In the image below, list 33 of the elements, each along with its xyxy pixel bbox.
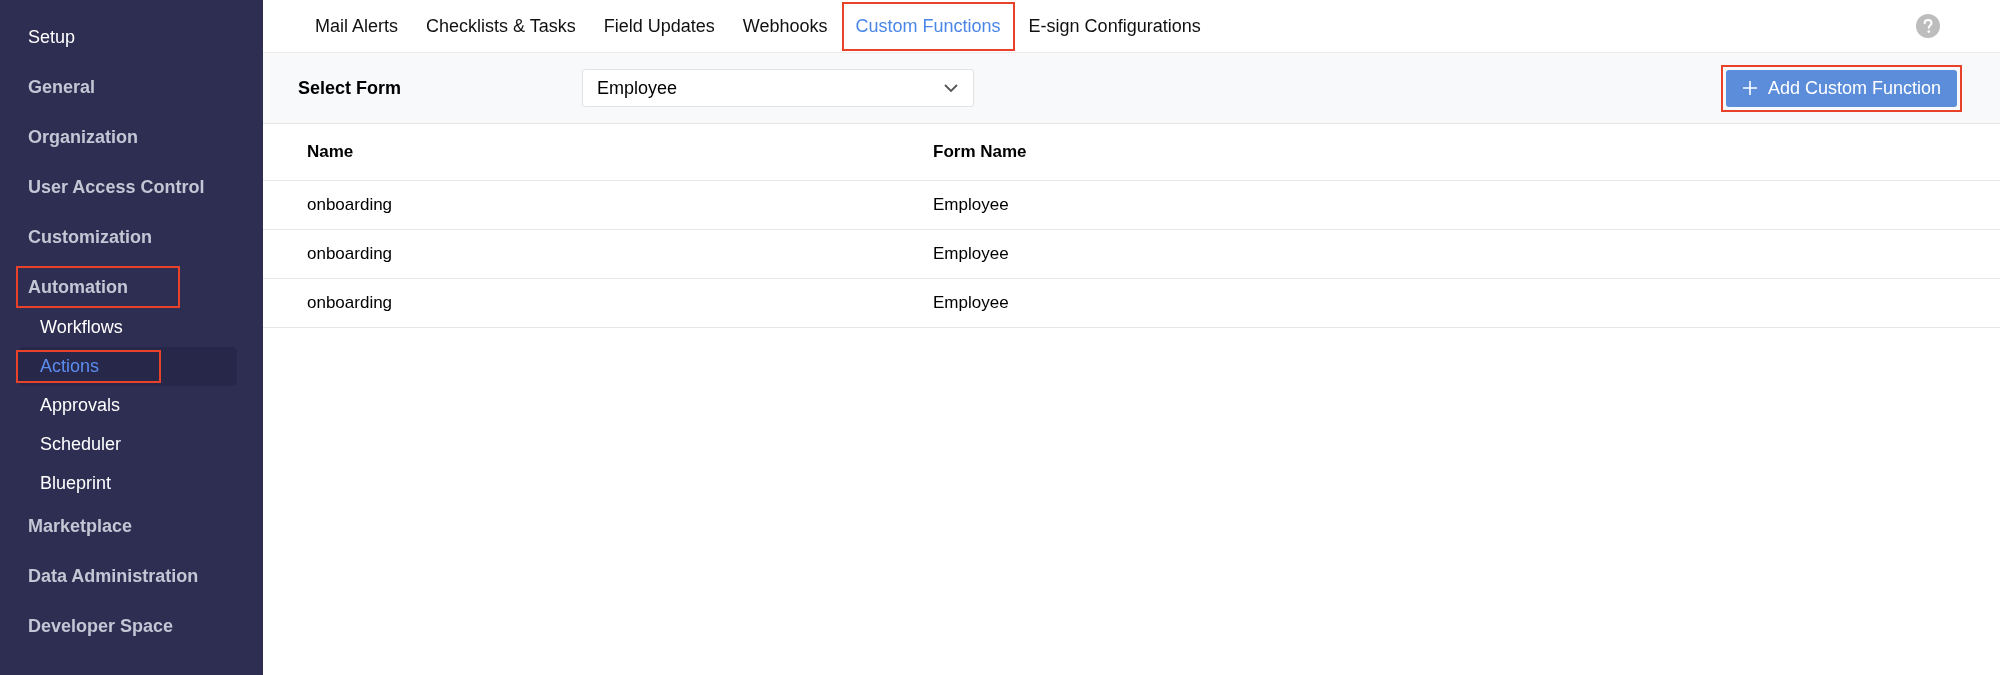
- plus-icon: [1741, 80, 1758, 96]
- sidebar-item[interactable]: Actions: [18, 347, 237, 386]
- sidebar-section[interactable]: Marketplace: [18, 507, 143, 545]
- sidebar-section[interactable]: User Access Control: [18, 168, 215, 206]
- tab[interactable]: Checklists & Tasks: [414, 3, 588, 49]
- column-header: Name: [307, 142, 355, 162]
- table-cell-text: onboarding: [307, 195, 394, 215]
- sidebar-title: Setup: [27, 26, 77, 49]
- column-header: Form Name: [933, 142, 1027, 162]
- sidebar-section[interactable]: Data Administration: [18, 557, 209, 595]
- table-cell: Employee: [933, 244, 1009, 264]
- tab[interactable]: E-sign Configurations: [1016, 3, 1213, 49]
- tab[interactable]: Mail Alerts: [303, 3, 411, 49]
- help-icon[interactable]: [1916, 14, 1940, 38]
- tab[interactable]: Webhooks: [730, 3, 840, 49]
- tab[interactable]: Field Updates: [591, 3, 727, 49]
- table-cell: Employee: [933, 195, 1009, 215]
- sidebar-section[interactable]: General: [18, 68, 106, 106]
- table-cell-text: onboarding: [307, 293, 394, 313]
- sidebar-item[interactable]: Blueprint: [18, 464, 237, 503]
- form-dropdown[interactable]: Employee: [582, 69, 974, 107]
- sidebar-section[interactable]: Organization: [18, 118, 148, 156]
- table-cell-text: onboarding: [307, 244, 394, 264]
- sidebar-section[interactable]: Developer Space: [18, 607, 184, 645]
- sidebar-section[interactable]: Automation: [18, 268, 178, 306]
- tab[interactable]: Custom Functions: [843, 3, 1013, 49]
- select-form-label: Select Form: [298, 77, 403, 99]
- sidebar-item[interactable]: Scheduler: [18, 425, 237, 464]
- sidebar-item[interactable]: Approvals: [18, 386, 237, 425]
- table-cell: Employee: [933, 293, 1009, 313]
- chevron-down-icon: [943, 83, 959, 93]
- sidebar-item[interactable]: Workflows: [18, 308, 237, 347]
- sidebar-section[interactable]: Customization: [18, 218, 162, 256]
